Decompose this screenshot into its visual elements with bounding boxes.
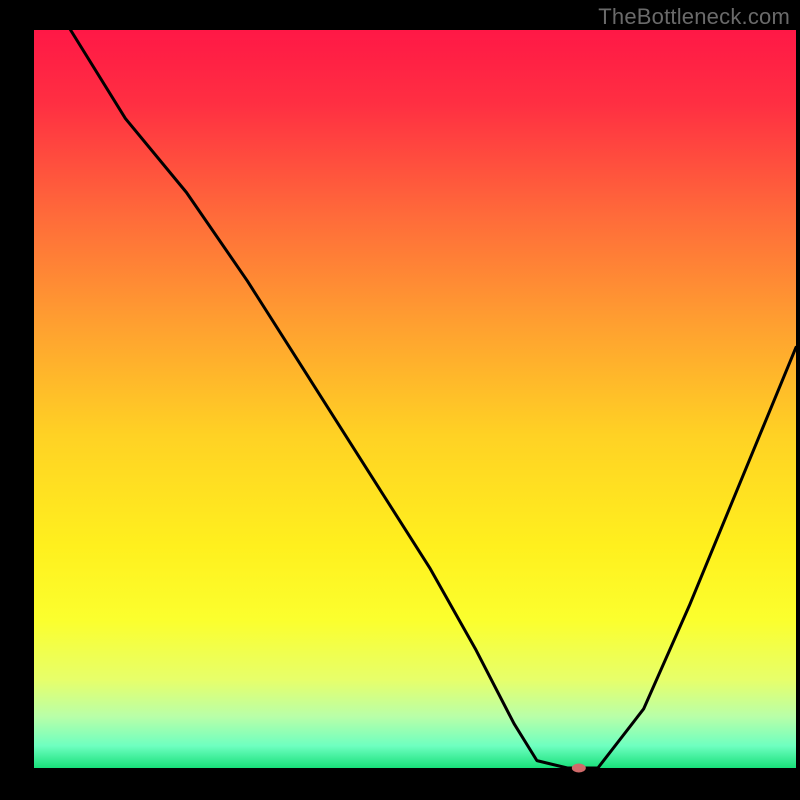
optimal-marker	[572, 764, 586, 773]
bottleneck-chart	[0, 0, 800, 800]
chart-container: TheBottleneck.com	[0, 0, 800, 800]
watermark-text: TheBottleneck.com	[598, 4, 790, 30]
plot-background	[34, 30, 796, 768]
